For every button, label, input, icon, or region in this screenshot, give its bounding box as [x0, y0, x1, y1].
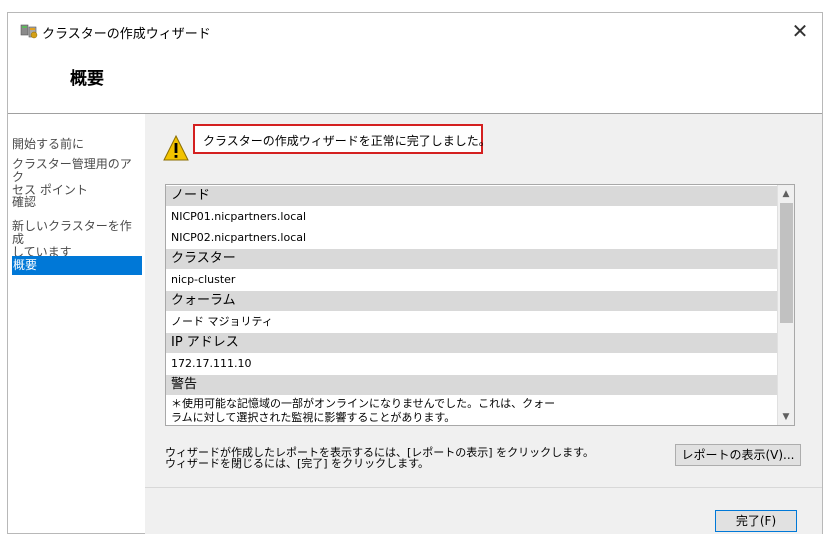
nav-step-label: 確認	[12, 195, 37, 209]
instructions-text: ウィザードが作成したレポートを表示するには、[レポートの表示] をクリックします…	[165, 447, 594, 469]
report-section-heading: 警告	[166, 375, 778, 395]
report-panel[interactable]: ノード NICP01.nicpartners.local NICP02.nicp…	[165, 184, 795, 426]
report-section-heading: ノード	[166, 186, 778, 206]
report-warning-line: ＊使用可能な記憶域の一部がオンラインになりませんでした。これは、クォー	[171, 397, 556, 410]
report-section-heading: クォーラム	[166, 291, 778, 311]
page-title: 概要	[70, 69, 104, 89]
nav-step-label: 開始する前に	[12, 137, 85, 151]
chevron-up-icon: ▲	[782, 188, 790, 199]
finish-button[interactable]: 完了(F)	[715, 510, 797, 532]
nav-step-label-line1: 新しいクラスターを作成	[12, 219, 132, 246]
report-content: ノード NICP01.nicpartners.local NICP02.nicp…	[166, 185, 778, 423]
cluster-app-icon	[20, 24, 38, 39]
report-warning-line: ラムに対して選択された監視に影響することがあります。	[171, 411, 456, 424]
page-header: 概要	[8, 49, 822, 113]
view-report-button[interactable]: レポートの表示(V)...	[675, 444, 801, 466]
scroll-up-button[interactable]: ▲	[778, 185, 794, 202]
nav-step-before-you-begin: 開始する前に	[12, 138, 141, 151]
nav-step-creating: 新しいクラスターを作成 しています	[12, 220, 141, 259]
wizard-steps-nav: 開始する前に クラスター管理用のアク セス ポイント 確認 新しいクラスターを作…	[8, 114, 145, 533]
close-button[interactable]: ✕	[786, 19, 814, 43]
report-section-heading: クラスター	[166, 249, 778, 269]
nav-step-label-line1: クラスター管理用のアク	[12, 157, 132, 184]
scroll-thumb[interactable]	[780, 203, 793, 323]
success-message-box: クラスターの作成ウィザードを正常に完了しました。	[193, 124, 491, 154]
success-message: クラスターの作成ウィザードを正常に完了しました。	[203, 134, 491, 148]
wizard-window: クラスターの作成ウィザード ✕ 概要 開始する前に クラスター管理用のアク セス…	[7, 12, 823, 534]
summary-content: クラスターの作成ウィザードを正常に完了しました。 ノード NICP01.nicp…	[145, 114, 822, 487]
nav-step-summary: 概要	[12, 256, 142, 275]
report-row: NICP01.nicpartners.local	[171, 210, 307, 223]
chevron-down-icon: ▼	[782, 411, 790, 422]
close-icon: ✕	[791, 19, 809, 43]
nav-step-confirm: 確認	[12, 196, 141, 209]
title-bar: クラスターの作成ウィザード ✕	[8, 13, 822, 49]
window-title: クラスターの作成ウィザード	[42, 27, 211, 42]
warning-icon	[163, 134, 189, 161]
report-section-heading: IP アドレス	[166, 333, 778, 353]
report-row: 172.17.111.10	[171, 357, 252, 370]
report-row: NICP02.nicpartners.local	[171, 231, 307, 244]
instructions-line-close: ウィザードを閉じるには、[完了] をクリックします。	[165, 457, 429, 470]
report-row: nicp-cluster	[171, 273, 236, 286]
report-row: ノード マジョリティ	[171, 315, 273, 328]
scroll-down-button[interactable]: ▼	[778, 408, 794, 425]
wizard-footer: 完了(F)	[145, 487, 822, 534]
report-scrollbar[interactable]: ▲ ▼	[777, 185, 794, 425]
nav-step-access-point: クラスター管理用のアク セス ポイント	[12, 158, 141, 197]
nav-step-label: 概要	[13, 258, 38, 272]
